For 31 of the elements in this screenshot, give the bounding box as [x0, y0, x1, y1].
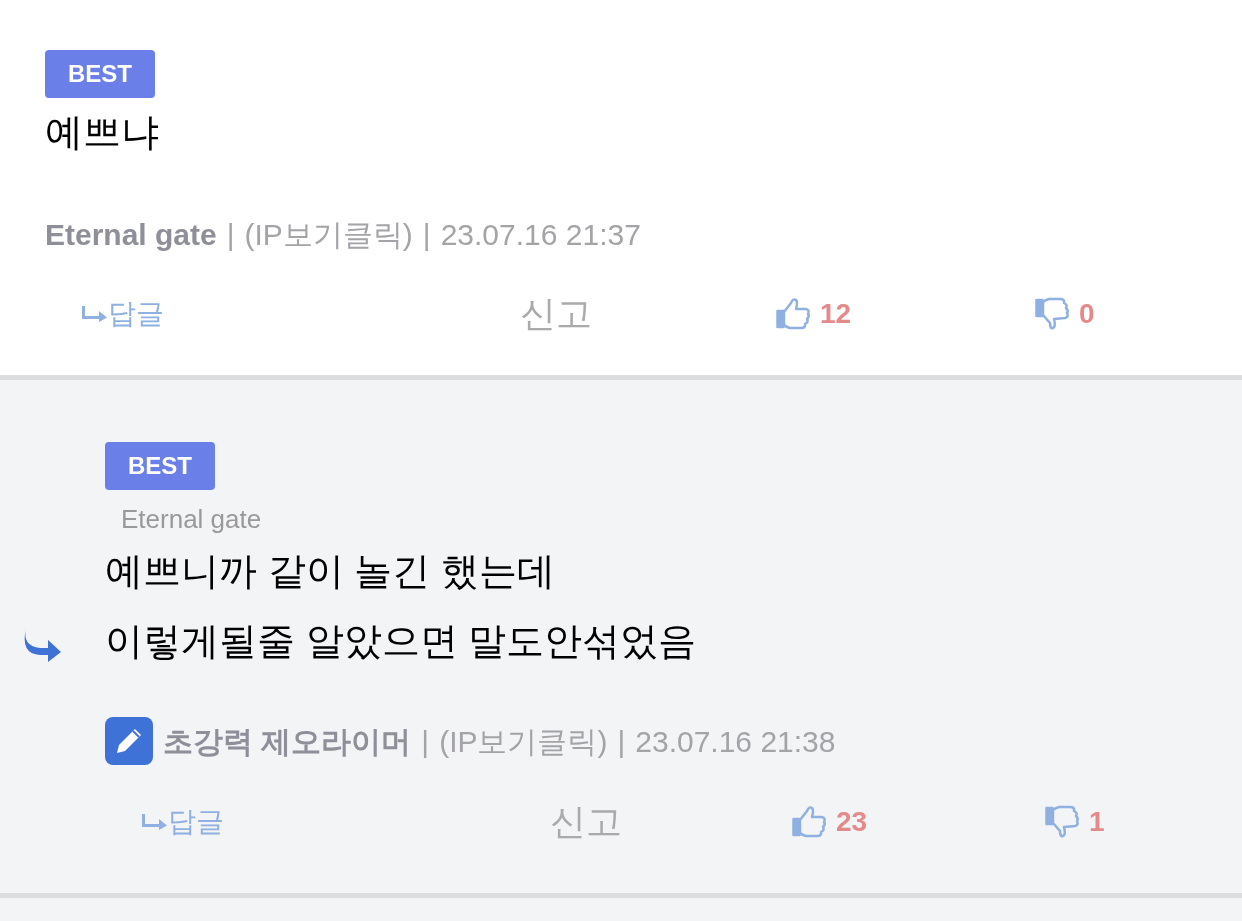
comment-date: 23.07.16 21:38: [635, 723, 836, 760]
comment-text: 예쁘니까 같이 놀긴 했는데: [105, 550, 555, 592]
pencil-icon: [105, 717, 153, 765]
thumbs-down-icon[interactable]: [1035, 297, 1071, 331]
dislike-count: 1: [1089, 805, 1105, 839]
ip-link[interactable]: (IP보기클릭): [244, 212, 413, 257]
report-link[interactable]: 신고: [520, 293, 592, 334]
reply-to-name: Eternal gate: [121, 504, 262, 534]
reply-arrow-icon: [142, 814, 168, 830]
comment-text: 예쁘냐: [45, 111, 159, 153]
report-link[interactable]: 신고: [550, 801, 622, 842]
best-badge: BEST: [105, 442, 215, 490]
dislike-count: 0: [1079, 297, 1095, 331]
reply-link[interactable]: 답글: [142, 801, 224, 843]
separator: |: [422, 217, 431, 253]
thumbs-down-icon[interactable]: [1045, 805, 1081, 839]
reply-arrow-icon: [82, 306, 108, 322]
thumbs-up-icon[interactable]: [792, 805, 828, 839]
separator: |: [226, 217, 235, 253]
thumbs-up-icon[interactable]: [776, 297, 812, 331]
comment-date: 23.07.16 21:37: [440, 217, 641, 253]
best-badge: BEST: [45, 50, 155, 98]
separator: |: [617, 723, 626, 760]
ip-link[interactable]: (IP보기클릭): [439, 718, 608, 764]
reply-link[interactable]: 답글: [82, 293, 164, 335]
separator: |: [421, 723, 430, 760]
author-name[interactable]: Eternal gate: [45, 212, 217, 257]
like-count: 12: [820, 297, 852, 331]
like-count: 23: [836, 805, 868, 839]
author-name[interactable]: 초강력 제오라이머: [163, 718, 412, 764]
comment-text: 이렇게될줄 알았으면 말도안섞었음: [105, 620, 697, 662]
